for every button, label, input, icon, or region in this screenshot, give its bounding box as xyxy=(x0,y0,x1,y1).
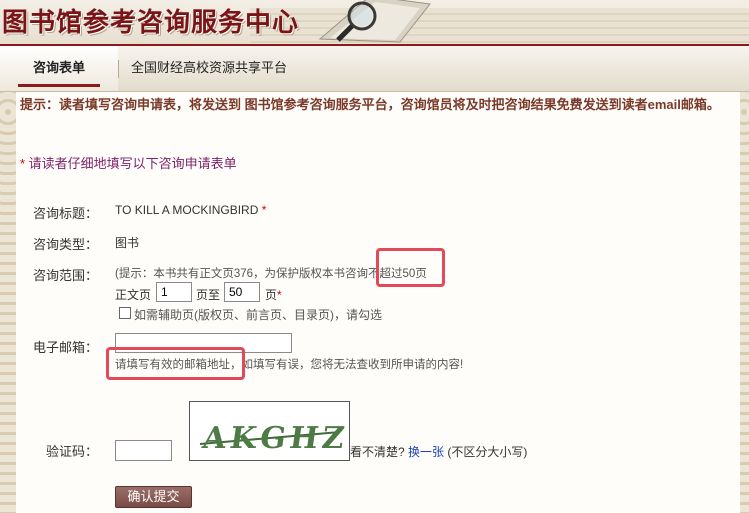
aux-pages-label: 如需辅助页(版权页、前言页、目录页)，请勾选 xyxy=(134,308,382,322)
page-unit-wrap: 页* xyxy=(265,286,282,303)
type-label: 咨询类型： xyxy=(33,237,99,252)
site-header: 图书馆参考咨询服务中心 xyxy=(0,0,749,44)
captcha-input[interactable] xyxy=(115,440,172,461)
main-content: 提示：读者填写咨询申请表，将发送到 图书馆参考咨询服务平台，咨询馆员将及时把咨询… xyxy=(16,92,740,513)
site-title: 图书馆参考咨询服务中心 xyxy=(2,8,300,38)
type-value: 图书 xyxy=(115,236,140,250)
title-value: TO KILL A MOCKINGBIRD xyxy=(115,203,259,217)
captcha-refresh-link[interactable]: 换一张 xyxy=(408,445,444,459)
tab-divider xyxy=(118,60,119,78)
page-required-star: * xyxy=(277,288,282,302)
highlight-page-limit xyxy=(376,248,445,287)
title-required-star: * xyxy=(261,203,267,217)
captcha-image[interactable]: AKGHZ xyxy=(189,401,350,461)
page-to-label: 页至 xyxy=(196,288,221,302)
captcha-case-note: (不区分大小写) xyxy=(447,445,528,459)
email-label: 电子邮箱： xyxy=(33,340,99,355)
left-decoration xyxy=(0,92,16,513)
submit-button[interactable]: 确认提交 xyxy=(115,486,192,508)
title-value-wrap: TO KILL A MOCKINGBIRD * xyxy=(115,203,266,217)
captcha-unclear: 看不清楚? xyxy=(350,445,405,459)
page-unit: 页 xyxy=(265,288,278,302)
required-note: * 请读者仔细地填写以下咨询申请表单 xyxy=(20,153,237,172)
captcha-help: 看不清楚? 换一张 (不区分大小写) xyxy=(350,443,527,460)
title-label: 咨询标题： xyxy=(33,206,99,221)
tab-consult-form-label: 咨询表单 xyxy=(32,60,85,75)
tab-consult-form[interactable]: 咨询表单 xyxy=(0,46,118,91)
page-from-label: 正文页 xyxy=(115,288,152,302)
notice-text: 提示：读者填写咨询申请表，将发送到 图书馆参考咨询服务平台，咨询馆员将及时把咨询… xyxy=(20,97,720,112)
captcha-label: 验证码： xyxy=(46,444,99,459)
highlight-email-hint xyxy=(106,347,245,380)
nav-bar: 咨询表单 全国财经高校资源共享平台 xyxy=(0,46,749,92)
tab-resource-platform[interactable]: 全国财经高校资源共享平台 xyxy=(131,46,287,91)
magnifier-books-icon xyxy=(318,0,431,43)
aux-pages-checkbox[interactable] xyxy=(119,307,131,319)
right-decoration xyxy=(740,92,749,513)
active-tab-indicator xyxy=(18,84,100,87)
tab-resource-platform-label: 全国财经高校资源共享平台 xyxy=(131,60,288,75)
page-to-input[interactable] xyxy=(224,282,260,302)
captcha-glyphs: AKGHZ xyxy=(199,421,350,456)
captcha-text: AKGHZ xyxy=(199,421,349,456)
page-from-input[interactable] xyxy=(156,282,192,302)
scope-label: 咨询范围： xyxy=(33,268,99,283)
required-note-text: 请读者仔细地填写以下咨询申请表单 xyxy=(25,156,237,171)
